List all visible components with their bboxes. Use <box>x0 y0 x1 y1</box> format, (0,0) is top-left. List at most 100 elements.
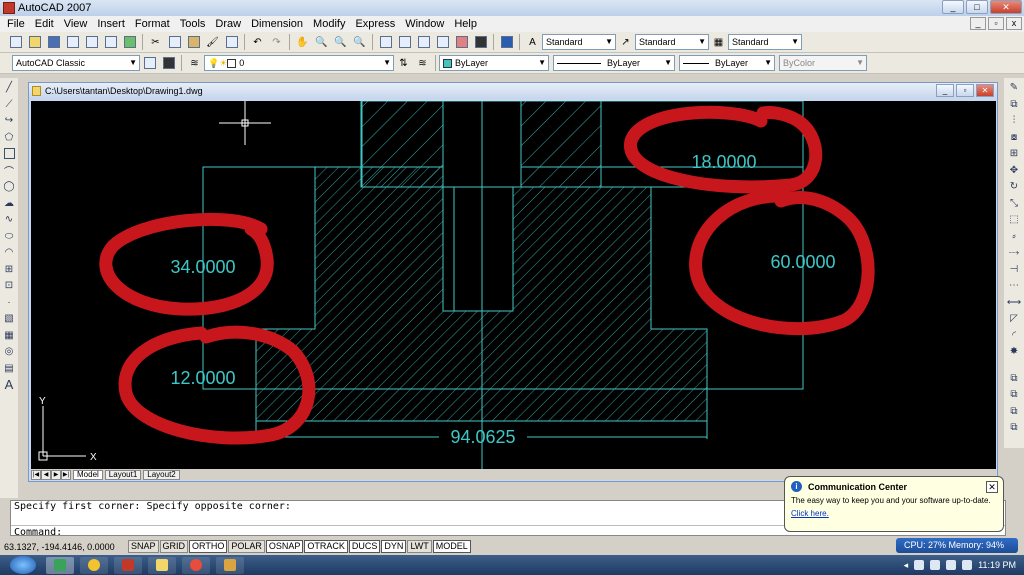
line-button[interactable]: ╱ <box>2 81 16 95</box>
menu-express[interactable]: Express <box>350 18 400 30</box>
explode-button[interactable]: ✸ <box>1007 345 1021 359</box>
workspace-select[interactable]: AutoCAD Classic ▼ <box>12 55 140 71</box>
trim-button[interactable]: ⸗ <box>1007 229 1021 243</box>
start-button[interactable] <box>10 556 36 574</box>
color-select[interactable]: ByLayer ▼ <box>439 55 549 71</box>
text-style-select[interactable]: Standard ▼ <box>542 34 616 50</box>
menu-edit[interactable]: Edit <box>30 18 59 30</box>
volume-icon[interactable] <box>930 560 941 570</box>
menu-window[interactable]: Window <box>400 18 449 30</box>
rotate-button[interactable]: ↻ <box>1007 180 1021 194</box>
arc-button[interactable]: ⌒ <box>2 163 16 178</box>
plot-button[interactable] <box>64 34 81 51</box>
properties-button[interactable] <box>377 34 394 51</box>
menu-view[interactable]: View <box>59 18 93 30</box>
tab-model[interactable]: Model <box>73 469 103 480</box>
minimize-button[interactable]: _ <box>942 0 964 14</box>
dim-style-select[interactable]: Standard ▼ <box>635 34 709 50</box>
hatched-top-block-left[interactable] <box>361 101 444 188</box>
point-button[interactable]: · <box>2 295 16 309</box>
polyline-button[interactable]: ↪ <box>2 114 16 128</box>
spline-button[interactable]: ∿ <box>2 213 16 227</box>
stretch-button[interactable]: ⬚ <box>1007 213 1021 227</box>
draw-order-button[interactable]: ⧉ <box>1007 371 1021 385</box>
chamfer-button[interactable]: ◸ <box>1007 312 1021 326</box>
markup-button[interactable] <box>453 34 470 51</box>
offset-button[interactable]: ⧇ <box>1007 130 1021 144</box>
insert-block-button[interactable]: ⊞ <box>2 262 16 276</box>
tab-layout1[interactable]: Layout1 <box>104 469 142 480</box>
redo-button[interactable]: ↷ <box>268 34 285 51</box>
3d-dwf-button[interactable] <box>121 34 138 51</box>
doc-restore-button[interactable]: ▫ <box>988 17 1004 30</box>
revision-cloud-button[interactable]: ☁ <box>2 196 16 210</box>
scale-button[interactable]: ⤡ <box>1007 196 1021 210</box>
array-button[interactable]: ⊞ <box>1007 147 1021 161</box>
menu-tools[interactable]: Tools <box>175 18 211 30</box>
doc-close-button[interactable]: x <box>1006 17 1022 30</box>
tool-palettes-button[interactable] <box>415 34 432 51</box>
cut-button[interactable]: ✂ <box>147 34 164 51</box>
last-tab-button[interactable]: ▶| <box>61 469 71 480</box>
break-button[interactable]: ⋯ <box>1007 279 1021 293</box>
menu-dimension[interactable]: Dimension <box>246 18 308 30</box>
first-tab-button[interactable]: |◀ <box>31 469 41 480</box>
tab-layout2[interactable]: Layout2 <box>143 469 180 480</box>
power-icon[interactable] <box>962 560 973 570</box>
taskbar-photos[interactable] <box>216 556 244 574</box>
dimension-left-text[interactable]: 34.0000 <box>170 257 235 277</box>
taskbar-messenger[interactable] <box>80 556 108 574</box>
layer-select[interactable]: 💡 ☀ 0 ▼ <box>204 55 394 71</box>
make-current-layer-button[interactable]: ⇅ <box>395 55 412 72</box>
bring-front-button[interactable]: ⧉ <box>1007 388 1021 402</box>
layer-previous-button[interactable]: ≋ <box>414 55 431 72</box>
taskbar-chrome[interactable] <box>182 556 210 574</box>
erase-button[interactable]: ✎ <box>1007 81 1021 95</box>
maximize-button[interactable]: □ <box>966 0 988 14</box>
dimension-right-text[interactable]: 60.0000 <box>770 252 835 272</box>
undo-button[interactable]: ↶ <box>249 34 266 51</box>
calculator-button[interactable] <box>472 34 489 51</box>
mirror-button[interactable]: ⫶ <box>1007 114 1021 128</box>
open-button[interactable] <box>26 34 43 51</box>
zoom-window-button[interactable]: 🔍 <box>332 34 349 51</box>
workspace-save-button[interactable] <box>160 55 177 72</box>
rectangle-button[interactable] <box>2 147 16 161</box>
plot-preview-button[interactable] <box>83 34 100 51</box>
drawing-restore-button[interactable]: ▫ <box>956 84 974 97</box>
next-tab-button[interactable]: ▶ <box>51 469 61 480</box>
bring-above-button[interactable]: ⧉ <box>1007 421 1021 435</box>
network-icon[interactable] <box>946 560 957 570</box>
dimension-top-text[interactable]: 18.0000 <box>691 152 756 172</box>
linetype-select[interactable]: ByLayer ▼ <box>553 55 675 71</box>
make-block-button[interactable]: ⊡ <box>2 279 16 293</box>
coordinate-display[interactable]: 63.1327, -194.4146, 0.0000 <box>0 542 128 552</box>
otrack-toggle[interactable]: OTRACK <box>304 540 348 553</box>
sheet-set-button[interactable] <box>434 34 451 51</box>
layer-manager-button[interactable]: ≋ <box>186 55 203 72</box>
region-button[interactable]: ◎ <box>2 345 16 359</box>
ortho-toggle[interactable]: ORTHO <box>189 540 228 553</box>
dimension-bottom-text[interactable]: 94.0625 <box>450 427 515 447</box>
lineweight-select[interactable]: ByLayer ▼ <box>679 55 775 71</box>
ellipse-arc-button[interactable]: ◠ <box>2 246 16 260</box>
gradient-button[interactable]: ▦ <box>2 328 16 342</box>
dimension-left-bottom-text[interactable]: 12.0000 <box>170 368 235 388</box>
grid-toggle[interactable]: GRID <box>159 540 189 553</box>
pan-button[interactable]: ✋ <box>294 34 311 51</box>
model-toggle[interactable]: MODEL <box>432 540 471 553</box>
fillet-button[interactable]: ◜ <box>1007 328 1021 342</box>
text-style-icon-button[interactable]: A <box>524 34 541 51</box>
match-properties-button[interactable]: 🖌 <box>204 34 221 51</box>
drawing-minimize-button[interactable]: _ <box>936 84 954 97</box>
snap-toggle[interactable]: SNAP <box>128 540 159 553</box>
menu-file[interactable]: File <box>2 18 30 30</box>
multiline-text-button[interactable]: A <box>2 377 16 392</box>
ducs-toggle[interactable]: DUCS <box>348 540 381 553</box>
block-editor-button[interactable] <box>223 34 240 51</box>
zoom-realtime-button[interactable]: 🔍 <box>313 34 330 51</box>
dim-style-icon-button[interactable]: ↗ <box>617 34 634 51</box>
extend-button[interactable]: ⤏ <box>1007 246 1021 260</box>
osnap-toggle[interactable]: OSNAP <box>265 540 304 553</box>
break-at-point-button[interactable]: ⊣ <box>1007 262 1021 276</box>
